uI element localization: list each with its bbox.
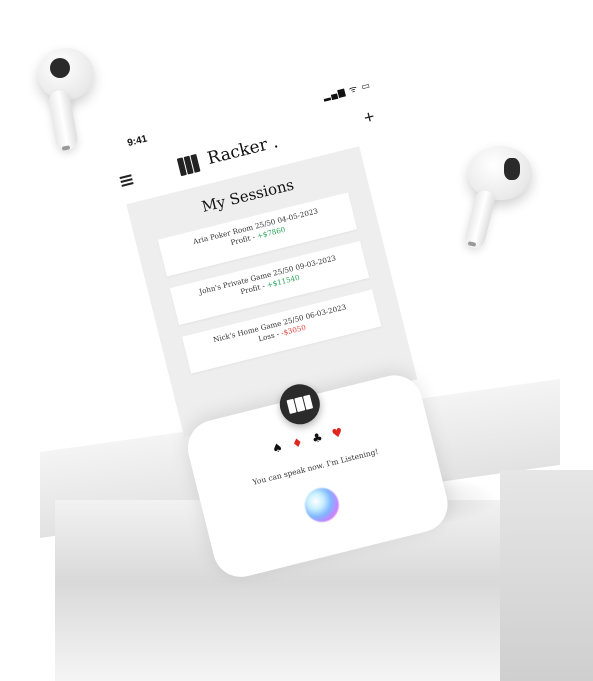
heart-icon: ♥ [330, 424, 348, 442]
voice-orb-icon[interactable] [301, 484, 343, 526]
club-icon: ♣ [310, 429, 328, 447]
menu-icon[interactable] [119, 174, 134, 187]
logo-icon [176, 152, 207, 177]
spade-icon: ♠ [270, 439, 288, 457]
scene: 9:41 ▂▄▆ ᯤ ▭ Racker . + My Sessions Aria… [0, 0, 593, 681]
status-icons: ▂▄▆ ᯤ ▭ [321, 79, 372, 102]
logo-icon [286, 394, 314, 414]
status-time: 9:41 [126, 133, 149, 150]
airpod-right [460, 142, 550, 252]
diamond-icon: ♦ [290, 434, 308, 452]
pedestal-side [500, 470, 593, 681]
add-session-button[interactable]: + [362, 106, 377, 129]
app-title: Racker . [205, 132, 281, 169]
